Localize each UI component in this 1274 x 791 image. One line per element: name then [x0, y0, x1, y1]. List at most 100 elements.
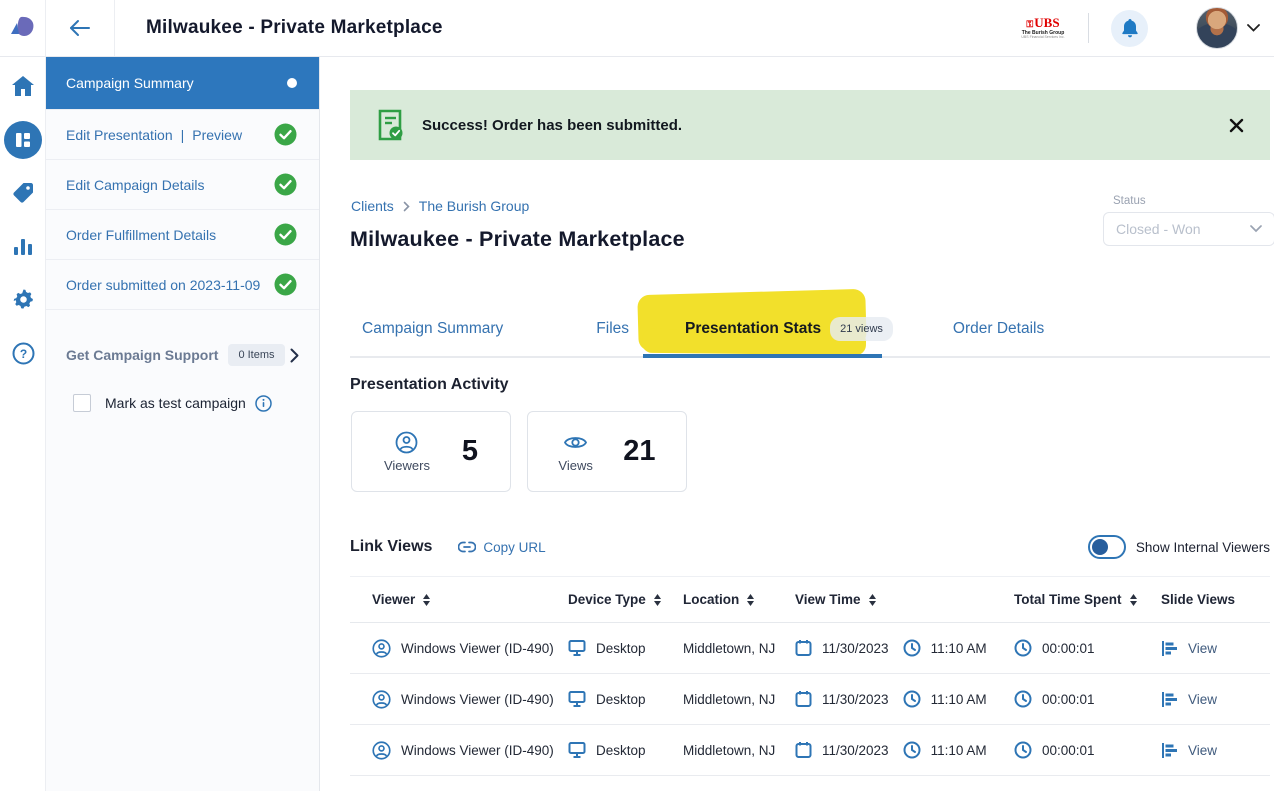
column-header-total-time-spent[interactable]: Total Time Spent [1014, 592, 1161, 607]
step-label: Order Fulfillment Details [66, 227, 216, 243]
chevron-down-icon [1247, 24, 1260, 32]
sort-icon[interactable] [654, 594, 661, 606]
notifications-button[interactable] [1111, 10, 1148, 47]
monitor-icon [568, 690, 586, 708]
column-header-location[interactable]: Location [683, 592, 795, 607]
person-circle-icon [372, 690, 391, 709]
sort-icon[interactable] [869, 594, 876, 606]
ubs-keys-icon: ⚿ [1026, 19, 1033, 29]
sidebar-step-order-fulfillment[interactable]: Order Fulfillment Details [46, 210, 319, 260]
app-logo-icon [8, 15, 38, 41]
horizontal-bars-icon [1161, 691, 1178, 708]
sidebar-step-edit-campaign-details[interactable]: Edit Campaign Details [46, 160, 319, 210]
view-slide-views-link[interactable]: View [1188, 692, 1217, 707]
rail-item-tags[interactable] [0, 181, 46, 204]
copy-url-label: Copy URL [483, 540, 545, 555]
topbar-divider [1088, 13, 1089, 43]
calendar-icon [795, 690, 812, 708]
view-clock-time: 11:10 AM [931, 692, 987, 707]
total-time-cell: 00:00:01 [1014, 639, 1161, 657]
breadcrumb-burish-group[interactable]: The Burish Group [419, 198, 530, 214]
back-button[interactable] [46, 0, 115, 56]
column-header-viewer[interactable]: Viewer [350, 592, 568, 607]
check-circle-icon [274, 273, 297, 296]
column-header-view-time[interactable]: View Time [795, 592, 1014, 607]
check-circle-icon [274, 173, 297, 196]
column-header-slide-views: Slide Views [1161, 592, 1270, 607]
slide-views-cell: View [1161, 691, 1270, 708]
view-time-cell: 11/30/2023 11:10 AM [795, 639, 1014, 657]
table-row: Windows Viewer (ID-490) Desktop Middleto… [350, 623, 1270, 674]
location-cell: Middletown, NJ [683, 641, 795, 656]
sidebar-step-edit-presentation[interactable]: Edit Presentation | Preview [46, 110, 319, 160]
tab-order-details[interactable]: Order Details [953, 320, 1044, 338]
app-window: Milwaukee - Private Marketplace ⚿UBS The… [0, 0, 1274, 791]
view-slide-views-link[interactable]: View [1188, 641, 1217, 656]
viewer-cell: Windows Viewer (ID-490) [350, 639, 568, 658]
person-circle-icon [372, 639, 391, 658]
check-circle-icon [274, 223, 297, 246]
sidebar-step-order-submitted[interactable]: Order submitted on 2023-11-09 [46, 260, 319, 310]
rail-item-settings[interactable] [0, 288, 46, 311]
user-menu-chevron[interactable] [1247, 24, 1260, 32]
active-tab-underline [643, 354, 882, 358]
banner-close-button[interactable] [1229, 118, 1244, 133]
link-views-row: Link Views Copy URL Show Internal Viewer… [350, 535, 1270, 559]
campaign-sidebar: Campaign Summary Edit Presentation | Pre… [46, 57, 320, 791]
tab-views-badge[interactable]: 21 views [830, 317, 893, 341]
activity-heading: Presentation Activity [350, 376, 509, 394]
view-date: 11/30/2023 [822, 641, 889, 656]
tab-files[interactable]: Files [596, 320, 629, 338]
column-label: Slide Views [1161, 592, 1235, 607]
breadcrumb-clients[interactable]: Clients [351, 198, 394, 214]
user-avatar[interactable] [1196, 7, 1238, 49]
clock-icon [1014, 690, 1032, 708]
status-label: Status [1113, 195, 1146, 207]
rail-active-indicator [4, 121, 42, 159]
info-icon[interactable] [255, 395, 272, 412]
help-icon: ? [12, 342, 35, 365]
rail-item-help[interactable]: ? [0, 342, 46, 365]
sort-icon[interactable] [1130, 594, 1137, 606]
icon-rail: ? [0, 57, 46, 791]
location-cell: Middletown, NJ [683, 692, 795, 707]
slide-views-cell: View [1161, 640, 1270, 657]
get-campaign-support[interactable]: Get Campaign Support 0 Items [46, 332, 319, 378]
test-campaign-checkbox[interactable] [73, 394, 91, 412]
view-date: 11/30/2023 [822, 743, 889, 758]
toggle-label: Show Internal Viewers [1136, 540, 1270, 555]
order-success-icon [376, 109, 404, 142]
sidebar-step-campaign-summary[interactable]: Campaign Summary [46, 57, 319, 110]
device-type: Desktop [596, 641, 646, 656]
rail-item-campaigns[interactable] [0, 121, 46, 159]
view-clock-time: 11:10 AM [931, 641, 987, 656]
tab-campaign-summary[interactable]: Campaign Summary [362, 320, 503, 338]
show-internal-viewers-toggle[interactable] [1088, 535, 1126, 559]
sort-icon[interactable] [747, 594, 754, 606]
edit-presentation-link[interactable]: Edit Presentation [66, 127, 173, 143]
breadcrumb: Clients The Burish Group [351, 198, 529, 214]
app-logo[interactable] [0, 0, 46, 56]
banner-message: Success! Order has been submitted. [422, 117, 682, 134]
copy-url-button[interactable]: Copy URL [458, 540, 545, 555]
sort-icon[interactable] [423, 594, 430, 606]
back-arrow-icon [68, 18, 92, 38]
step-label: Campaign Summary [66, 75, 194, 91]
views-label: Views [558, 458, 592, 473]
dashboard-icon [14, 131, 32, 149]
preview-link[interactable]: Preview [192, 127, 242, 143]
rail-item-analytics[interactable] [0, 235, 46, 257]
column-header-device-type[interactable]: Device Type [568, 592, 683, 607]
support-items-badge: 0 Items [228, 344, 284, 366]
table-row: Windows Viewer (ID-490) Desktop Middleto… [350, 674, 1270, 725]
horizontal-bars-icon [1161, 640, 1178, 657]
status-select[interactable]: Closed - Won [1103, 212, 1274, 246]
view-time-cell: 11/30/2023 11:10 AM [795, 690, 1014, 708]
view-slide-views-link[interactable]: View [1188, 743, 1217, 758]
ubs-brand-logo: ⚿UBS The Burish Group UBS Financial Serv… [1018, 16, 1068, 40]
tab-presentation-stats[interactable]: Presentation Stats [685, 320, 821, 338]
support-label: Get Campaign Support [66, 347, 218, 363]
location-cell: Middletown, NJ [683, 743, 795, 758]
rail-item-home[interactable] [0, 75, 46, 97]
location-text: Middletown, NJ [683, 743, 775, 758]
